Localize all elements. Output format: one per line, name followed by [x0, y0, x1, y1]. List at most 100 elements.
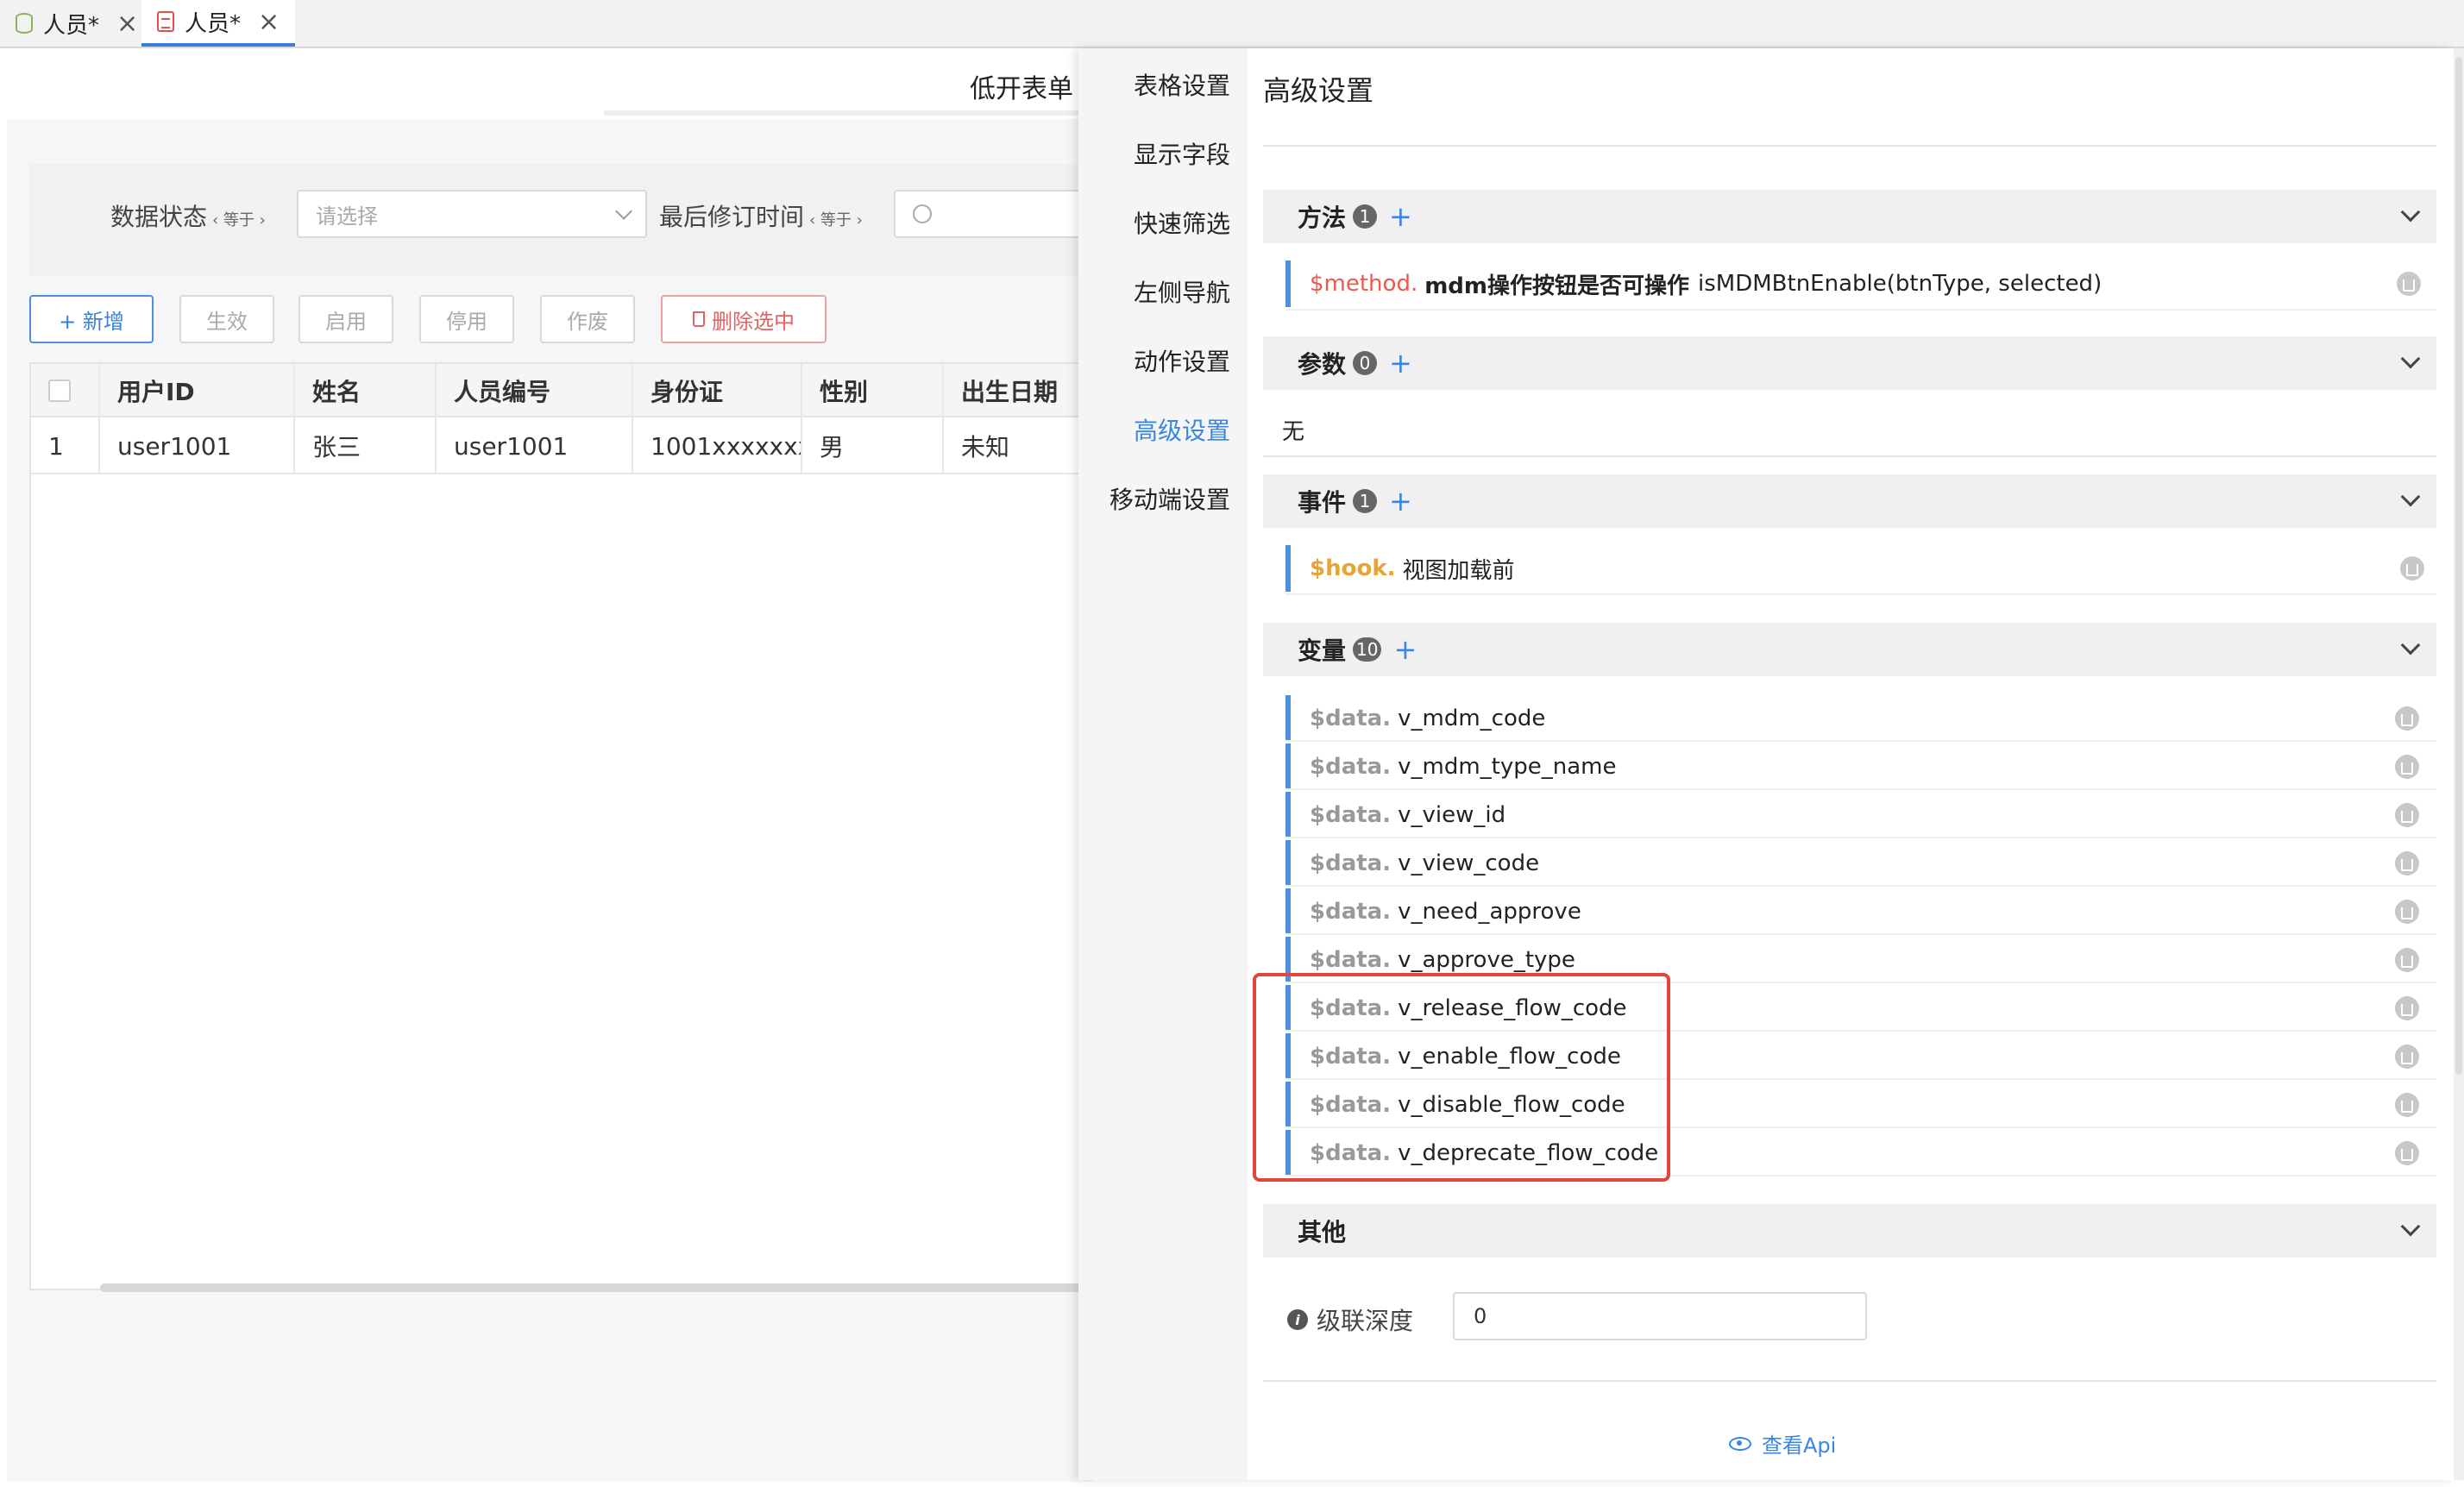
page-title: 高级设置: [1263, 74, 1374, 107]
delete-icon[interactable]: [2395, 706, 2419, 731]
delete-icon[interactable]: [2395, 996, 2419, 1020]
variable-name: v_view_id: [1398, 802, 1506, 828]
add-variable-icon[interactable]: +: [1393, 633, 1417, 666]
filter-panel: 数据状态 ‹ 等于 › 请选择 最后修订时间 ‹ 等于 ›: [29, 164, 1092, 276]
chevron-down-icon[interactable]: [2400, 1216, 2421, 1237]
horizontal-scrollbar[interactable]: [100, 1283, 1092, 1292]
delete-icon[interactable]: [2395, 755, 2419, 779]
delete-icon[interactable]: [2395, 1093, 2419, 1117]
delete-selected-button[interactable]: 删除选中: [661, 295, 827, 343]
add-button[interactable]: + 新增: [29, 295, 154, 343]
tab-person-db[interactable]: 人员* ×: [0, 0, 154, 47]
close-icon[interactable]: ×: [116, 9, 138, 39]
variable-prefix: $data.: [1310, 850, 1392, 876]
divider: [1285, 788, 2436, 790]
column-header[interactable]: 姓名: [295, 364, 437, 417]
modified-date-picker[interactable]: [894, 190, 1092, 238]
clock-icon: [913, 204, 932, 223]
divider: [1263, 145, 2436, 147]
tab-person-form[interactable]: 人员* ×: [141, 0, 296, 47]
delete-icon[interactable]: [2395, 948, 2419, 972]
eye-icon: [1729, 1436, 1751, 1451]
nav-left-navigation[interactable]: 左侧导航: [1134, 274, 1230, 309]
divider: [1285, 593, 2436, 595]
delete-icon[interactable]: [2397, 272, 2421, 296]
count-badge: 1: [1353, 204, 1378, 229]
count-badge: 1: [1353, 489, 1378, 513]
column-header[interactable]: 身份证: [633, 364, 802, 417]
divider: [604, 110, 1087, 116]
column-header[interactable]: 性别: [802, 364, 944, 417]
deprecate-button[interactable]: 作废: [540, 295, 635, 343]
table-cell: user1001: [437, 417, 633, 474]
database-icon: [16, 13, 33, 34]
activate-button[interactable]: 生效: [179, 295, 274, 343]
select-all-checkbox[interactable]: [31, 364, 100, 417]
chevron-down-icon[interactable]: [2400, 486, 2421, 507]
table-cell: user1001: [100, 417, 295, 474]
variable-prefix: $data.: [1310, 802, 1392, 828]
nav-advanced-settings[interactable]: 高级设置: [1134, 412, 1230, 447]
info-icon: i: [1287, 1309, 1308, 1330]
delete-icon[interactable]: [2395, 1141, 2419, 1165]
status-select[interactable]: 请选择: [297, 190, 647, 238]
nav-quick-filter[interactable]: 快速筛选: [1134, 205, 1230, 240]
nav-table-settings[interactable]: 表格设置: [1134, 67, 1230, 102]
chevron-down-icon[interactable]: [2400, 635, 2421, 656]
divider: [1263, 455, 2436, 457]
event-item[interactable]: $hook. 视图加载前: [1285, 545, 2436, 592]
variable-item[interactable]: $data. v_view_code: [1285, 840, 2436, 887]
hook-prefix: $hook.: [1310, 555, 1396, 581]
section-other[interactable]: 其他: [1263, 1204, 2436, 1258]
close-icon[interactable]: ×: [258, 7, 280, 37]
divider: [1263, 1380, 2436, 1382]
method-signature: isMDMBtnEnable(btnType, selected): [1698, 271, 2103, 297]
scrollbar-thumb[interactable]: [2455, 57, 2462, 1075]
delete-icon[interactable]: [2395, 803, 2419, 827]
column-header[interactable]: 出生日期: [944, 364, 1092, 417]
variable-prefix: $data.: [1310, 947, 1392, 973]
column-header[interactable]: 用户ID: [100, 364, 295, 417]
cascade-depth-input[interactable]: 0: [1453, 1292, 1867, 1340]
count-badge: 0: [1353, 351, 1378, 375]
table-row[interactable]: 1 user1001 张三 user1001 1001xxxxxxx 男 未知: [31, 417, 1092, 474]
variable-prefix: $data.: [1310, 754, 1392, 780]
section-label: 变量: [1298, 637, 1347, 665]
section-label: 参数: [1298, 350, 1347, 379]
vertical-scrollbar[interactable]: [2454, 48, 2464, 1480]
variable-item[interactable]: $data. v_need_approve: [1285, 888, 2436, 935]
tab-bar: 人员* × 人员* ×: [0, 0, 2464, 48]
delete-icon[interactable]: [2395, 1045, 2419, 1069]
section-methods[interactable]: 方法 1 +: [1263, 190, 2436, 243]
nav-display-fields[interactable]: 显示字段: [1134, 136, 1230, 171]
chevron-down-icon[interactable]: [2400, 348, 2421, 369]
column-header[interactable]: 人员编号: [437, 364, 633, 417]
disable-button[interactable]: 停用: [419, 295, 514, 343]
variable-name: v_need_approve: [1398, 899, 1581, 925]
section-variables[interactable]: 变量 10 +: [1263, 623, 2436, 676]
add-method-icon[interactable]: +: [1389, 200, 1412, 233]
nav-action-settings[interactable]: 动作设置: [1134, 343, 1230, 378]
add-param-icon[interactable]: +: [1389, 347, 1412, 380]
count-badge: 10: [1353, 637, 1382, 662]
chevron-down-icon[interactable]: [2400, 202, 2421, 223]
method-item[interactable]: $method. mdm操作按钮是否可操作 isMDMBtnEnable(btn…: [1285, 260, 2436, 307]
variable-item[interactable]: $data. v_mdm_type_name: [1285, 744, 2436, 790]
delete-icon[interactable]: [2395, 900, 2419, 924]
filter-label-modified: 最后修订时间 ‹ 等于 ›: [659, 203, 863, 231]
section-events[interactable]: 事件 1 +: [1263, 474, 2436, 528]
enable-button[interactable]: 启用: [299, 295, 393, 343]
delete-icon[interactable]: [2400, 556, 2424, 580]
variable-item[interactable]: $data. v_view_id: [1285, 792, 2436, 838]
divider: [1285, 740, 2436, 742]
select-placeholder: 请选择: [316, 204, 378, 229]
table-cell: 1001xxxxxxx: [633, 417, 802, 474]
add-event-icon[interactable]: +: [1389, 485, 1412, 518]
variable-name: v_approve_type: [1398, 947, 1575, 973]
section-params[interactable]: 参数 0 +: [1263, 336, 2436, 390]
view-api-link[interactable]: 查看Api: [1729, 1428, 1836, 1459]
variable-item[interactable]: $data. v_mdm_code: [1285, 695, 2436, 742]
cascade-depth-label: i 级联深度: [1287, 1302, 1413, 1337]
delete-icon[interactable]: [2395, 851, 2419, 875]
nav-mobile-settings[interactable]: 移动端设置: [1109, 481, 1230, 516]
